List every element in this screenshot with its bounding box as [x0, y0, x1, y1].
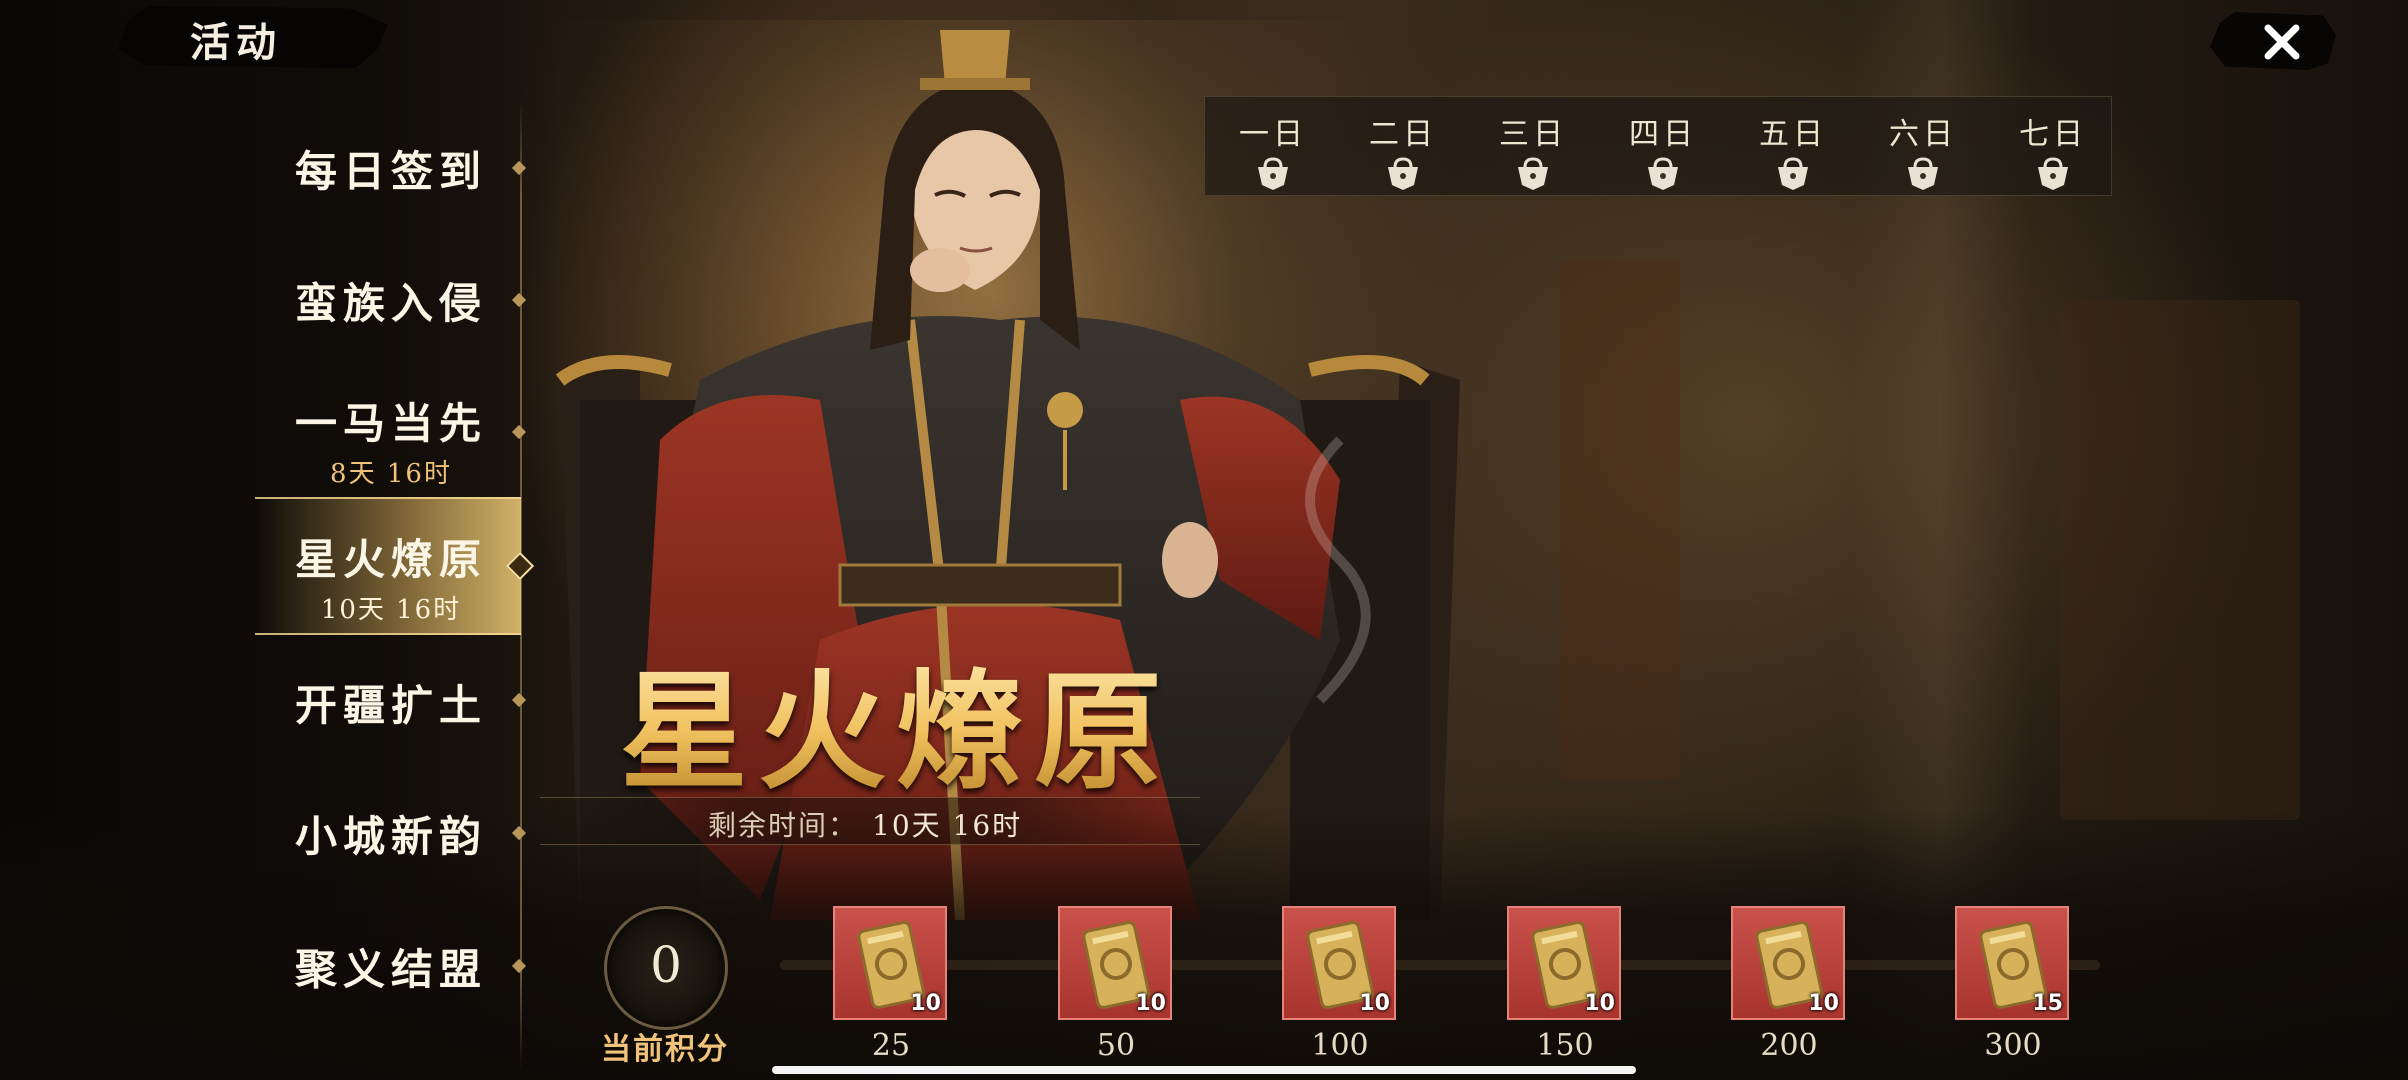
reward-count: 10 — [1135, 991, 1166, 1016]
nav-item-juyi-jiemeng[interactable]: 聚义结盟 — [260, 936, 522, 997]
reward-card: 10 — [1282, 906, 1396, 1020]
lock-icon — [1908, 157, 1938, 190]
reward-card: 10 — [1731, 906, 1845, 1020]
day-track: 一日 二日 三日 四日 五日 六日 七日 — [1204, 96, 2112, 196]
reward-count: 10 — [910, 991, 941, 1016]
reward-count: 10 — [1808, 991, 1839, 1016]
current-score-label: 当前积分 — [601, 1032, 729, 1067]
day-tab-2[interactable]: 二日 — [1343, 109, 1463, 191]
reward-threshold: 150 — [1536, 1028, 1594, 1063]
reward-count: 10 — [1584, 991, 1615, 1016]
lock-icon — [1518, 157, 1548, 190]
nav-item-label: 聚义结盟 — [294, 945, 487, 994]
nav-item-timer: 10天 16时 — [320, 595, 462, 625]
reward-card: 10 — [833, 906, 947, 1020]
remaining-time-label: 剩余时间： — [708, 809, 859, 842]
nav-item-label: 每日签到 — [294, 147, 487, 196]
event-title: 星火燎原 — [620, 628, 1172, 813]
nav-item-kaijiang-kuotu[interactable]: 开疆扩土 — [260, 672, 522, 733]
current-score: 0 — [650, 936, 682, 994]
reward-threshold: 25 — [871, 1028, 911, 1063]
remaining-time-value: 10天 16时 — [872, 809, 1023, 842]
page-title: 活动 — [190, 19, 282, 66]
nav-item-label: 小城新韵 — [294, 812, 487, 861]
background-shelf — [1560, 260, 1680, 780]
remaining-time-bar — [540, 797, 1200, 845]
nav-item-label: 星火燎原 — [294, 535, 487, 584]
reward-card: 10 — [1507, 906, 1621, 1020]
nav-item-label: 一马当先 — [294, 399, 487, 448]
reward-card: 10 — [1058, 906, 1172, 1020]
reward-chest[interactable]: 10 25 — [833, 906, 949, 1063]
reward-threshold: 300 — [1984, 1028, 2042, 1063]
reward-threshold: 100 — [1311, 1028, 1369, 1063]
reward-card: 15 — [1955, 906, 2069, 1020]
nav-item-label: 蛮族入侵 — [294, 279, 487, 328]
home-indicator[interactable] — [772, 1066, 1636, 1074]
nav-item-barbarian-invasion[interactable]: 蛮族入侵 — [260, 270, 522, 331]
lock-icon — [1258, 157, 1288, 190]
reward-chest[interactable]: 10 50 — [1058, 906, 1174, 1063]
day-label: 四日 — [1629, 117, 1697, 152]
nav-item-label: 开疆扩土 — [294, 681, 487, 730]
nav-item-xinghuo-liaoyuan[interactable]: 星火燎原 10天 16时 — [260, 526, 522, 626]
day-label: 三日 — [1499, 117, 1567, 152]
nav-item-xiaocheng-xinyun[interactable]: 小城新韵 — [260, 803, 522, 864]
reward-threshold: 200 — [1760, 1028, 1818, 1063]
reward-chest[interactable]: 10 200 — [1731, 906, 1847, 1063]
day-label: 七日 — [2019, 117, 2087, 152]
reward-chest[interactable]: 10 100 — [1282, 906, 1398, 1063]
nav-item-yima-dangxian[interactable]: 一马当先 8天 16时 — [260, 390, 522, 490]
day-tab-4[interactable]: 四日 — [1603, 109, 1723, 191]
day-tab-1[interactable]: 一日 — [1213, 109, 1333, 191]
day-tab-5[interactable]: 五日 — [1733, 109, 1853, 191]
score-progress-bar — [780, 960, 2100, 970]
reward-count: 10 — [1359, 991, 1390, 1016]
day-label: 二日 — [1369, 117, 1437, 152]
background-shelf — [2060, 300, 2300, 820]
lock-icon — [1648, 157, 1678, 190]
nav-item-daily-signin[interactable]: 每日签到 — [260, 138, 522, 199]
lock-icon — [1388, 157, 1418, 190]
lock-icon — [1778, 157, 1808, 190]
day-tab-6[interactable]: 六日 — [1863, 109, 1983, 191]
day-tab-3[interactable]: 三日 — [1473, 109, 1593, 191]
reward-chest[interactable]: 10 150 — [1507, 906, 1623, 1063]
day-label: 五日 — [1759, 117, 1827, 152]
day-label: 一日 — [1239, 117, 1307, 152]
lock-icon — [2038, 157, 2068, 190]
reward-chest[interactable]: 15 300 — [1955, 906, 2071, 1063]
day-label: 六日 — [1889, 117, 1957, 152]
day-tab-7[interactable]: 七日 — [1993, 109, 2113, 191]
reward-count: 15 — [2032, 991, 2063, 1016]
nav-item-timer: 8天 16时 — [330, 459, 452, 489]
reward-threshold: 50 — [1096, 1028, 1136, 1063]
close-icon[interactable] — [2262, 22, 2302, 62]
